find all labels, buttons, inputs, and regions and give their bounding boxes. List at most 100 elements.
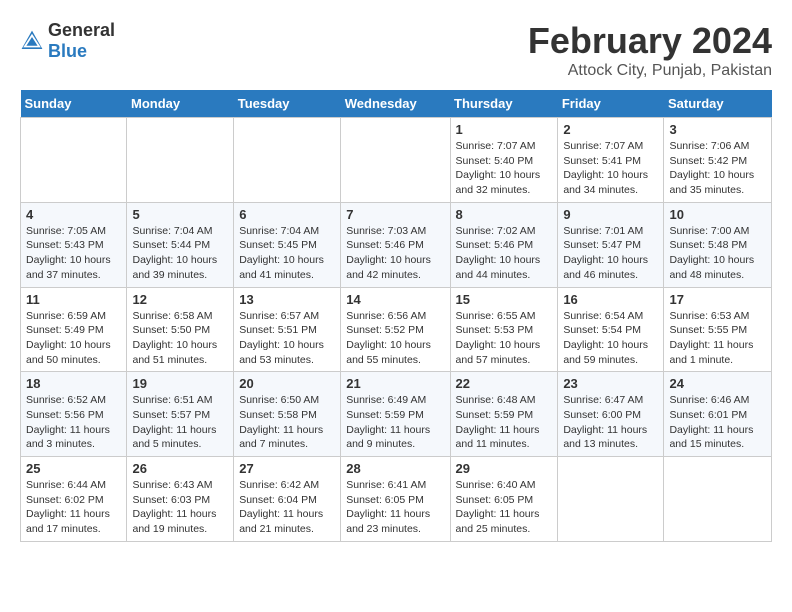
col-header-monday: Monday [127, 90, 234, 118]
calendar-cell [558, 457, 664, 542]
day-number: 28 [346, 461, 444, 476]
day-number: 1 [456, 122, 553, 137]
day-info: Sunrise: 7:07 AMSunset: 5:40 PMDaylight:… [456, 139, 553, 198]
day-info: Sunrise: 6:50 AMSunset: 5:58 PMDaylight:… [239, 393, 335, 452]
day-info: Sunrise: 7:04 AMSunset: 5:45 PMDaylight:… [239, 224, 335, 283]
day-number: 5 [132, 207, 228, 222]
calendar-cell: 21Sunrise: 6:49 AMSunset: 5:59 PMDayligh… [341, 372, 450, 457]
day-number: 2 [563, 122, 658, 137]
day-number: 6 [239, 207, 335, 222]
day-info: Sunrise: 6:51 AMSunset: 5:57 PMDaylight:… [132, 393, 228, 452]
calendar-cell: 25 Sunrise: 6:44 AMSunset: 6:02 PMDayligh… [21, 457, 127, 542]
day-info: Sunrise: 6:40 AMSunset: 6:05 PMDaylight:… [456, 478, 553, 537]
calendar-cell: 12 Sunrise: 6:58 AMSunset: 5:50 PMDayligh… [127, 287, 234, 372]
week-row-3: 11Sunrise: 6:59 AMSunset: 5:49 PMDayligh… [21, 287, 772, 372]
day-number: 9 [563, 207, 658, 222]
calendar-cell [234, 118, 341, 203]
day-number: 3 [669, 122, 766, 137]
day-number: 25 [26, 461, 121, 476]
calendar-cell: 16 Sunrise: 6:54 AMSunset: 5:54 PMDayligh… [558, 287, 664, 372]
day-number: 21 [346, 376, 444, 391]
page-header: General Blue February 2024 Attock City, … [20, 20, 772, 80]
day-number: 4 [26, 207, 121, 222]
day-number: 22 [456, 376, 553, 391]
day-info: Sunrise: 6:59 AMSunset: 5:49 PMDaylight:… [26, 309, 121, 368]
day-number: 18 [26, 376, 121, 391]
day-info: Sunrise: 6:58 AMSunset: 5:50 PMDaylight:… [132, 309, 228, 368]
day-info: Sunrise: 6:57 AMSunset: 5:51 PMDaylight:… [239, 309, 335, 368]
day-number: 20 [239, 376, 335, 391]
title-block: February 2024 Attock City, Punjab, Pakis… [528, 20, 772, 80]
day-number: 24 [669, 376, 766, 391]
col-header-wednesday: Wednesday [341, 90, 450, 118]
day-info: Sunrise: 6:55 AMSunset: 5:53 PMDaylight:… [456, 309, 553, 368]
calendar-table: SundayMondayTuesdayWednesdayThursdayFrid… [20, 90, 772, 542]
day-info: Sunrise: 7:02 AMSunset: 5:46 PMDaylight:… [456, 224, 553, 283]
calendar-cell: 5 Sunrise: 7:04 AMSunset: 5:44 PMDaylight… [127, 202, 234, 287]
day-info: Sunrise: 6:54 AMSunset: 5:54 PMDaylight:… [563, 309, 658, 368]
day-info: Sunrise: 6:52 AMSunset: 5:56 PMDaylight:… [26, 393, 121, 452]
day-info: Sunrise: 7:00 AMSunset: 5:48 PMDaylight:… [669, 224, 766, 283]
calendar-cell: 22 Sunrise: 6:48 AMSunset: 5:59 PMDayligh… [450, 372, 558, 457]
day-info: Sunrise: 6:48 AMSunset: 5:59 PMDaylight:… [456, 393, 553, 452]
calendar-cell: 9 Sunrise: 7:01 AMSunset: 5:47 PMDaylight… [558, 202, 664, 287]
day-info: Sunrise: 6:46 AMSunset: 6:01 PMDaylight:… [669, 393, 766, 452]
calendar-header-row: SundayMondayTuesdayWednesdayThursdayFrid… [21, 90, 772, 118]
day-info: Sunrise: 7:01 AMSunset: 5:47 PMDaylight:… [563, 224, 658, 283]
week-row-4: 18 Sunrise: 6:52 AMSunset: 5:56 PMDayligh… [21, 372, 772, 457]
calendar-cell: 26Sunrise: 6:43 AMSunset: 6:03 PMDayligh… [127, 457, 234, 542]
calendar-cell: 11Sunrise: 6:59 AMSunset: 5:49 PMDayligh… [21, 287, 127, 372]
calendar-cell: 13 Sunrise: 6:57 AMSunset: 5:51 PMDayligh… [234, 287, 341, 372]
day-info: Sunrise: 7:04 AMSunset: 5:44 PMDaylight:… [132, 224, 228, 283]
day-number: 12 [132, 292, 228, 307]
calendar-cell: 18 Sunrise: 6:52 AMSunset: 5:56 PMDayligh… [21, 372, 127, 457]
month-title: February 2024 [528, 20, 772, 62]
calendar-cell: 2Sunrise: 7:07 AMSunset: 5:41 PMDaylight… [558, 118, 664, 203]
logo-icon [20, 29, 44, 53]
calendar-cell: 23 Sunrise: 6:47 AMSunset: 6:00 PMDayligh… [558, 372, 664, 457]
day-info: Sunrise: 6:47 AMSunset: 6:00 PMDaylight:… [563, 393, 658, 452]
calendar-cell: 27 Sunrise: 6:42 AMSunset: 6:04 PMDayligh… [234, 457, 341, 542]
day-number: 23 [563, 376, 658, 391]
col-header-friday: Friday [558, 90, 664, 118]
calendar-cell: 1 Sunrise: 7:07 AMSunset: 5:40 PMDaylight… [450, 118, 558, 203]
day-info: Sunrise: 6:42 AMSunset: 6:04 PMDaylight:… [239, 478, 335, 537]
calendar-cell: 28 Sunrise: 6:41 AMSunset: 6:05 PMDayligh… [341, 457, 450, 542]
col-header-sunday: Sunday [21, 90, 127, 118]
day-number: 16 [563, 292, 658, 307]
calendar-cell: 8Sunrise: 7:02 AMSunset: 5:46 PMDaylight… [450, 202, 558, 287]
week-row-1: 1 Sunrise: 7:07 AMSunset: 5:40 PMDaylight… [21, 118, 772, 203]
day-info: Sunrise: 6:53 AMSunset: 5:55 PMDaylight:… [669, 309, 766, 368]
calendar-cell: 7Sunrise: 7:03 AMSunset: 5:46 PMDaylight… [341, 202, 450, 287]
calendar-cell: 20 Sunrise: 6:50 AMSunset: 5:58 PMDayligh… [234, 372, 341, 457]
week-row-5: 25 Sunrise: 6:44 AMSunset: 6:02 PMDayligh… [21, 457, 772, 542]
logo-general: General [48, 20, 115, 40]
day-info: Sunrise: 7:05 AMSunset: 5:43 PMDaylight:… [26, 224, 121, 283]
calendar-cell: 4 Sunrise: 7:05 AMSunset: 5:43 PMDaylight… [21, 202, 127, 287]
calendar-cell [21, 118, 127, 203]
day-number: 17 [669, 292, 766, 307]
calendar-cell: 3 Sunrise: 7:06 AMSunset: 5:42 PMDaylight… [664, 118, 772, 203]
day-number: 15 [456, 292, 553, 307]
day-info: Sunrise: 7:03 AMSunset: 5:46 PMDaylight:… [346, 224, 444, 283]
calendar-cell: 19 Sunrise: 6:51 AMSunset: 5:57 PMDayligh… [127, 372, 234, 457]
calendar-cell: 17 Sunrise: 6:53 AMSunset: 5:55 PMDayligh… [664, 287, 772, 372]
day-number: 13 [239, 292, 335, 307]
calendar-cell [127, 118, 234, 203]
calendar-cell: 6 Sunrise: 7:04 AMSunset: 5:45 PMDaylight… [234, 202, 341, 287]
logo-blue: Blue [48, 41, 87, 61]
logo: General Blue [20, 20, 115, 62]
calendar-cell: 24 Sunrise: 6:46 AMSunset: 6:01 PMDayligh… [664, 372, 772, 457]
day-number: 10 [669, 207, 766, 222]
day-info: Sunrise: 6:41 AMSunset: 6:05 PMDaylight:… [346, 478, 444, 537]
col-header-tuesday: Tuesday [234, 90, 341, 118]
day-number: 14 [346, 292, 444, 307]
location: Attock City, Punjab, Pakistan [528, 62, 772, 80]
calendar-cell: 10 Sunrise: 7:00 AMSunset: 5:48 PMDayligh… [664, 202, 772, 287]
day-info: Sunrise: 6:44 AMSunset: 6:02 PMDaylight:… [26, 478, 121, 537]
day-number: 19 [132, 376, 228, 391]
calendar-cell: 29 Sunrise: 6:40 AMSunset: 6:05 PMDayligh… [450, 457, 558, 542]
day-number: 27 [239, 461, 335, 476]
day-number: 29 [456, 461, 553, 476]
day-info: Sunrise: 7:06 AMSunset: 5:42 PMDaylight:… [669, 139, 766, 198]
